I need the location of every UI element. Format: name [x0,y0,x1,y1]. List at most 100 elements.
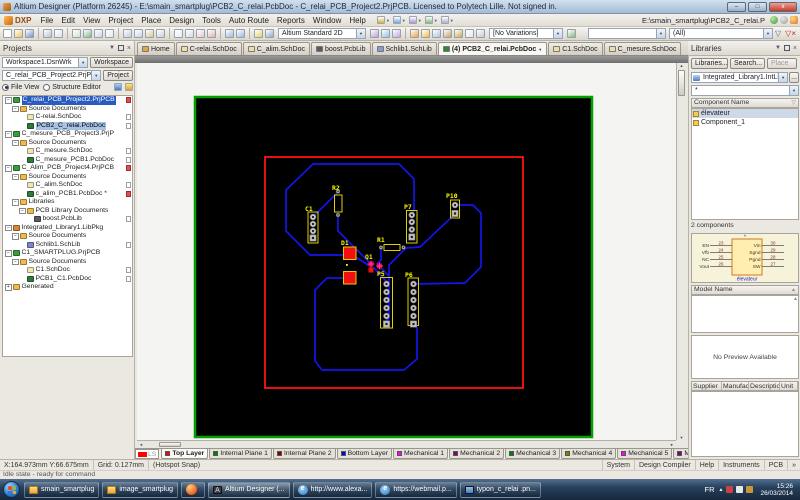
variations-combo[interactable]: [No Variations]▼ [489,28,563,39]
taskbar-item-smain-smartplug[interactable]: smain_smartplug [24,482,99,498]
tree-row[interactable]: −C_Alim_PCB_Project4.PrjPCB [3,164,132,173]
doc-tab-c1-schdoc[interactable]: C1.SchDoc [548,42,602,55]
tree-row[interactable]: c_alim_PCB1.PcbDoc * [3,190,132,199]
layer-tab-mechanical-1[interactable]: Mechanical 1 [393,449,448,459]
favorites-icon[interactable] [377,16,385,24]
room-icon[interactable] [476,29,485,38]
workspace-combo[interactable]: Workspace1.DsnWrk▼ [2,57,88,68]
doc-tab--4-pcb2-c-relai-pcbdoc[interactable]: (4) PCB2_C_relai.PcbDoc▼ [438,42,547,55]
layer-tab-bottom-layer[interactable]: Bottom Layer [337,449,392,459]
menu-dxp[interactable]: DXP [15,16,31,25]
network-icon[interactable] [736,486,743,493]
collapse-icon[interactable]: − [12,140,19,147]
snippets-icon[interactable] [409,16,417,24]
via-icon[interactable] [421,29,430,38]
save-icon[interactable] [25,29,34,38]
doc-tab-home[interactable]: Home [137,42,175,55]
deselect-icon[interactable] [196,29,205,38]
component-item[interactable]: élevateur [692,109,798,118]
flag-icon[interactable] [726,486,733,493]
expand-icon[interactable]: + [5,284,12,291]
plane-icon[interactable] [454,29,463,38]
taskbar-item-https-webmail-p[interactable]: ehttps://webmail.p... [375,482,456,498]
zoom-icon[interactable] [94,29,103,38]
taskbar-item-altium-designer[interactable]: AAltium Designer (... [208,482,290,498]
collapse-icon[interactable]: − [5,165,12,172]
redo-icon[interactable] [236,29,245,38]
tree-row[interactable]: −Integrated_Library1.LibPkg [3,224,132,233]
tree-row[interactable]: −Source Documents [3,105,132,114]
tree-row[interactable]: −Libraries [3,198,132,207]
fill-icon[interactable] [443,29,452,38]
layer-set-selector[interactable]: LS [135,449,159,459]
start-button[interactable] [3,481,20,498]
place-button[interactable]: Place [767,58,797,69]
pad-icon[interactable] [410,29,419,38]
copy-icon[interactable] [134,29,143,38]
doc-tab-c-mesure-schdoc[interactable]: C_mesure.SchDoc [604,42,682,55]
variant-icon[interactable] [567,29,576,38]
tree-row[interactable]: boost.PcbLib [3,215,132,224]
maximize-button[interactable]: □ [748,2,767,12]
libraries-button[interactable]: Libraries... [691,58,728,69]
view-mode-combo[interactable]: Altium Standard 2D▼ [278,28,366,39]
component-filter-input[interactable]: *▼ [691,85,799,96]
browse-icon[interactable] [83,29,92,38]
tree-row[interactable]: +Generated [3,283,132,292]
file-view-radio[interactable] [2,84,9,91]
workspace-button[interactable]: Workspace [90,57,133,68]
notes-icon[interactable] [392,29,401,38]
filter-funnel-icon[interactable]: ▽ [791,99,796,108]
tree-row[interactable]: −PCB Library Documents [3,207,132,216]
tree-row[interactable]: PCB2_C_relai.PcbDoc [3,122,132,131]
panel-menu-icon[interactable]: ▼ [109,45,115,51]
undo-icon[interactable] [225,29,234,38]
collapse-icon[interactable]: − [12,174,19,181]
pcb-drawing[interactable]: R2C1P7P10R1D1Q1P5P6 [137,63,676,440]
layer-tab-mechanical-6[interactable]: Mechanical 6 [673,449,688,459]
add-favorite-icon[interactable] [790,16,798,24]
tree-row[interactable]: C_mesure_PCB1.PcbDoc [3,156,132,165]
home-page-icon[interactable] [425,16,433,24]
tray-expand-icon[interactable]: ▲ [719,487,724,493]
collapse-icon[interactable]: − [12,233,19,240]
table-header-unit[interactable]: Unit [780,382,798,390]
mask-query-combo[interactable]: ▼ [588,28,666,39]
menu-project[interactable]: Project [104,15,137,26]
library-combo[interactable]: Integrated_Library1.IntLib [Co▼ [691,72,788,83]
layer-tab-internal-plane-1[interactable]: Internal Plane 1 [209,449,272,459]
menu-tools[interactable]: Tools [198,15,225,26]
doc-tab-schlib1-schlib[interactable]: Schlib1.SchLib [372,42,437,55]
layer-tab-top-layer[interactable]: Top Layer [161,449,208,459]
menu-auto-route[interactable]: Auto Route [225,15,273,26]
collapse-icon[interactable]: − [12,199,19,206]
layer-tab-mechanical-3[interactable]: Mechanical 3 [505,449,560,459]
volume-icon[interactable] [746,486,753,493]
tree-row[interactable]: −Source Documents [3,139,132,148]
notebook-icon[interactable] [370,29,379,38]
print-icon[interactable] [43,29,52,38]
view-config-icon[interactable] [265,29,274,38]
vertical-scrollbar[interactable]: ▲ ▼ [676,63,686,440]
collapse-icon[interactable]: − [12,259,19,266]
wiring-icon[interactable] [254,29,263,38]
open-project-icon[interactable] [72,29,81,38]
filter-scope-combo[interactable]: (All)▼ [669,28,773,39]
minimize-button[interactable]: – [727,2,746,12]
collapse-icon[interactable]: − [5,225,12,232]
move-icon[interactable] [185,29,194,38]
print-preview-icon[interactable] [54,29,63,38]
tree-row[interactable]: −C_relai_PCB_Project2.PrjPCB [3,96,132,105]
clock[interactable]: 15:26 26/03/2014 [760,483,793,497]
project-combo[interactable]: C_relai_PCB_Project2.PrjPCB▼ [2,70,101,81]
layer-tab-mechanical-5[interactable]: Mechanical 5 [617,449,672,459]
menu-file[interactable]: File [36,15,57,26]
taskbar-item-firefox[interactable] [181,482,205,498]
tree-row[interactable]: −Source Documents [3,232,132,241]
tree-row[interactable]: PCB1_C1.PcbDoc [3,275,132,284]
menu-place[interactable]: Place [137,15,165,26]
nav-back-icon[interactable] [770,16,778,24]
menu-window[interactable]: Window [309,15,345,26]
collapse-icon[interactable]: − [5,131,12,138]
table-header-manufactur[interactable]: Manufactur [722,382,749,390]
